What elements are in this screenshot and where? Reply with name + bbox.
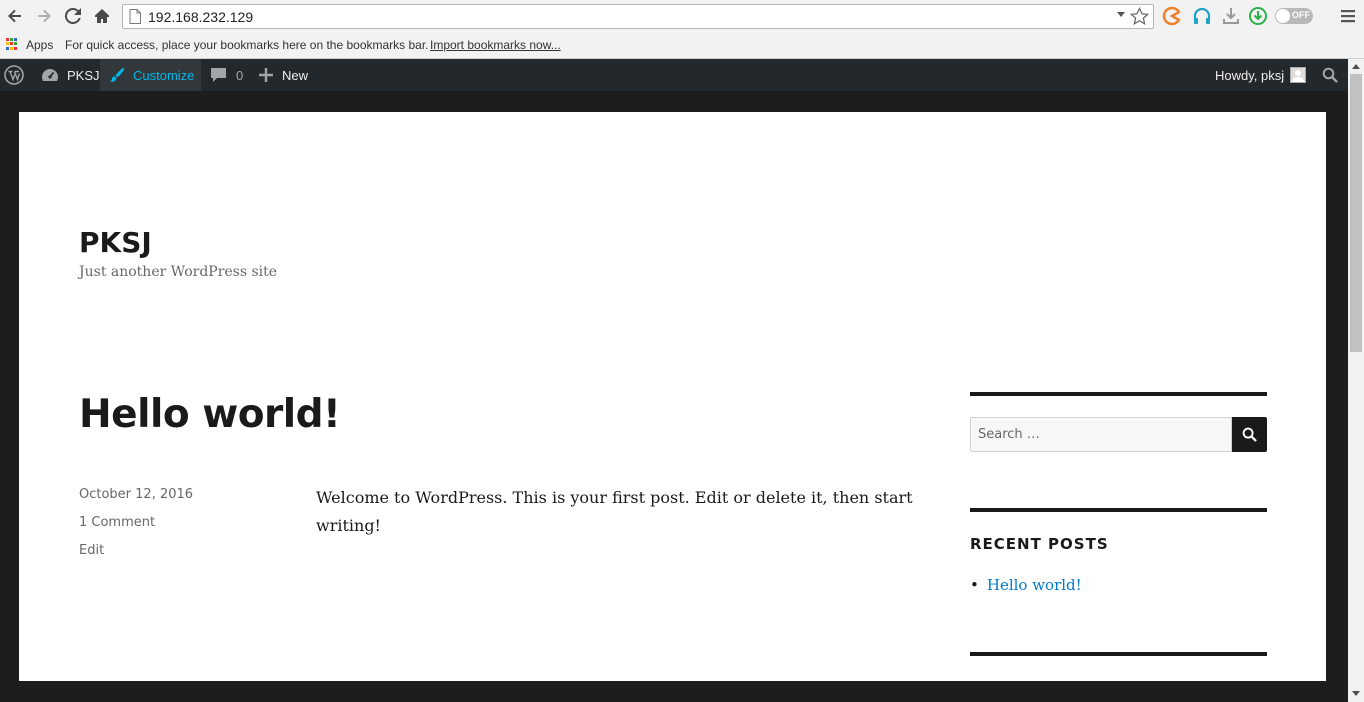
plus-icon [259, 68, 273, 82]
home-icon [95, 9, 109, 23]
reload-button[interactable] [62, 5, 84, 27]
scroll-down-arrow-icon[interactable] [1352, 691, 1360, 696]
list-bullet: • [970, 576, 979, 594]
reload-icon [65, 8, 81, 24]
browser-toolbar: 192.168.232.129 OFF [0, 0, 1364, 33]
search-placeholder: Search … [978, 427, 1040, 442]
extension-download-icon[interactable] [1221, 6, 1241, 26]
comment-bubble-icon [211, 68, 226, 82]
new-label: New [282, 67, 309, 83]
back-button[interactable] [4, 5, 26, 27]
search-submit-button[interactable] [1232, 417, 1267, 452]
page-icon [129, 9, 141, 24]
forward-button[interactable] [33, 5, 55, 27]
bookmarks-hint: For quick access, place your bookmarks h… [65, 38, 429, 52]
apps-grid-icon[interactable] [6, 38, 18, 50]
extension-download-green-icon[interactable] [1248, 6, 1268, 26]
scroll-up-arrow-icon[interactable] [1352, 64, 1360, 69]
post-comments-link[interactable]: 1 Comment [79, 515, 155, 530]
extension-toggle[interactable]: OFF [1275, 8, 1313, 24]
widget-divider [970, 508, 1267, 512]
admin-bar-search[interactable] [1322, 59, 1338, 91]
bookmark-star-icon[interactable] [1130, 7, 1149, 26]
post-edit-link[interactable]: Edit [79, 543, 104, 558]
wp-logo-button[interactable] [4, 59, 28, 91]
apps-link[interactable]: Apps [26, 38, 53, 52]
avatar [1290, 67, 1307, 83]
scroll-thumb[interactable] [1350, 74, 1362, 352]
dashboard-icon [42, 69, 58, 81]
site-name-label: PKSJ [67, 67, 100, 83]
chrome-menu-icon[interactable] [1341, 8, 1355, 24]
widget-divider [970, 652, 1267, 656]
page-scrollbar[interactable] [1348, 59, 1364, 702]
import-bookmarks-link[interactable]: Import bookmarks now... [430, 38, 561, 52]
widget-divider [970, 392, 1267, 396]
my-account-menu[interactable]: Howdy, pksj [1215, 59, 1307, 91]
comments-link[interactable]: 0 [210, 59, 243, 91]
site-title[interactable]: PKSJ [79, 226, 152, 259]
address-bar[interactable]: 192.168.232.129 [122, 4, 1154, 29]
recent-post-label: Hello world! [986, 576, 1082, 594]
recent-posts-title: RECENT POSTS [970, 535, 1109, 553]
new-content-menu[interactable]: New [259, 59, 308, 91]
forward-arrow-icon [38, 9, 51, 23]
back-arrow-icon [8, 9, 21, 23]
site-name-menu[interactable]: PKSJ [41, 59, 100, 91]
home-button[interactable] [91, 5, 113, 27]
site-description: Just another WordPress site [79, 264, 278, 280]
search-icon [1322, 67, 1338, 83]
search-input[interactable]: Search … [970, 417, 1232, 452]
extension-headphones-icon[interactable] [1192, 6, 1212, 26]
wordpress-logo-icon [4, 65, 24, 85]
comments-count: 0 [236, 67, 244, 83]
toggle-knob [1276, 9, 1290, 23]
user-silhouette-icon [1292, 70, 1305, 82]
post-date-link[interactable]: October 12, 2016 [79, 487, 193, 502]
post-content: Welcome to WordPress. This is your first… [316, 488, 913, 535]
post-title[interactable]: Hello world! [79, 392, 341, 437]
site-page: PKSJ Just another WordPress site Hello w… [19, 112, 1326, 681]
howdy-label: Howdy, pksj [1215, 67, 1285, 83]
extension-pacman-icon[interactable] [1162, 6, 1182, 26]
url-text: 192.168.232.129 [148, 9, 254, 25]
recent-post-link[interactable]: • Hello world! [970, 576, 1082, 594]
toggle-label: OFF [1292, 10, 1310, 20]
paintbrush-icon [109, 67, 125, 82]
customize-label: Customize [133, 67, 195, 83]
search-icon [1242, 427, 1257, 442]
wp-admin-bar: PKSJ Customize 0 New Howdy, pksj [0, 59, 1348, 91]
bookmarks-bar: Apps For quick access, place your bookma… [0, 33, 1364, 59]
customize-link[interactable]: Customize [100, 59, 201, 91]
chevron-down-icon[interactable] [1117, 12, 1125, 18]
